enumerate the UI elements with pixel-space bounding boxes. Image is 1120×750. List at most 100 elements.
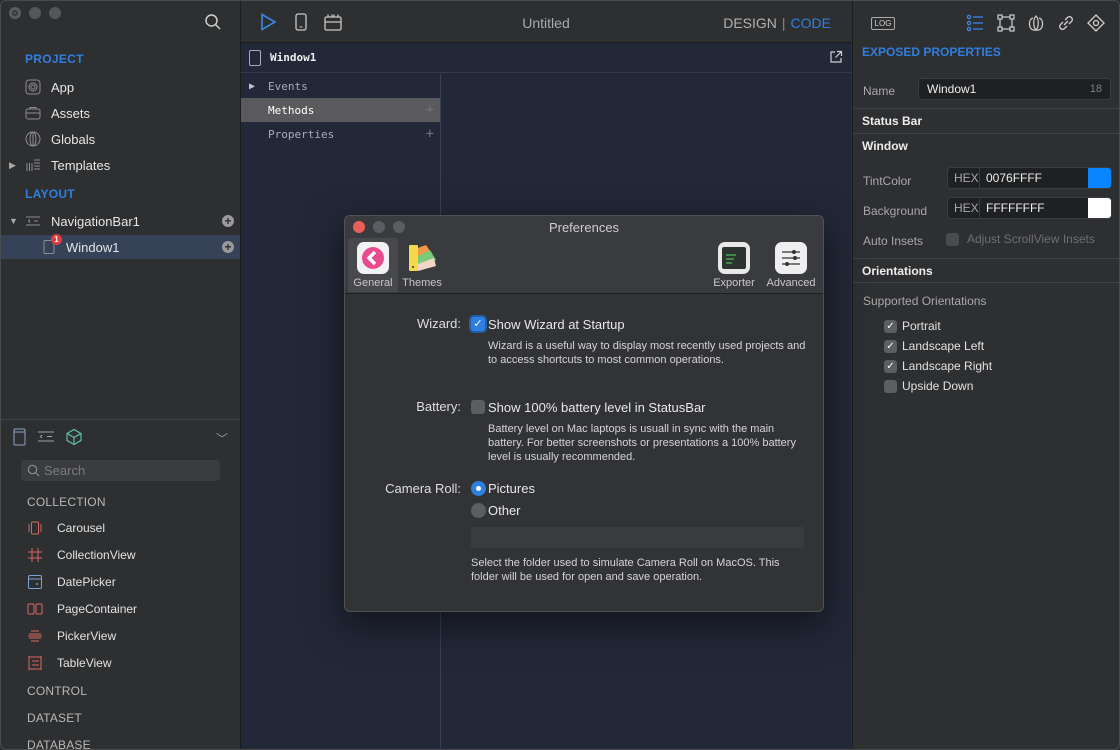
object-header: Window1	[241, 43, 851, 73]
radio-other[interactable]	[471, 503, 486, 518]
library-search-input[interactable]	[44, 463, 204, 478]
eye-diamond-icon[interactable]	[1087, 14, 1105, 32]
checkbox-checked-icon[interactable]: ✓	[884, 359, 897, 373]
code-mode-button[interactable]: CODE	[791, 15, 831, 31]
checkbox-unchecked-icon[interactable]	[884, 379, 897, 393]
category-control[interactable]: CONTROL	[27, 684, 87, 698]
properties-list-icon[interactable]	[966, 14, 984, 32]
background-color-field[interactable]: HEX FFFFFFFF	[947, 197, 1112, 219]
orientation-portrait[interactable]: ✓ Portrait	[884, 319, 941, 333]
link-icon[interactable]	[1057, 14, 1075, 32]
sidebar-item-globals[interactable]: Globals	[1, 127, 240, 151]
add-method-button[interactable]: +	[426, 102, 434, 118]
wizard-option-label[interactable]: Show Wizard at Startup	[488, 317, 625, 332]
window-icon	[249, 49, 261, 66]
library-item-pickerview[interactable]: PickerView	[27, 626, 116, 646]
mode-separator: |	[781, 15, 786, 31]
tab-exporter[interactable]: Exporter	[709, 238, 759, 292]
object-name: Window1	[270, 51, 317, 64]
library-item-carousel[interactable]: Carousel	[27, 518, 105, 538]
chevron-down-icon[interactable]: ﹀	[216, 430, 228, 447]
orientation-upside-down[interactable]: Upside Down	[884, 379, 973, 393]
code-row-properties[interactable]: Properties +	[241, 122, 440, 146]
add-property-button[interactable]: +	[426, 126, 434, 142]
camera-roll-label: Camera Roll:	[385, 481, 461, 496]
general-icon	[357, 242, 389, 274]
disclosure-triangle-open-icon[interactable]: ▼	[9, 216, 18, 226]
library-item-datepicker[interactable]: DatePicker	[27, 572, 116, 592]
category-database[interactable]: DATABASE	[27, 738, 91, 749]
tint-color-field[interactable]: HEX 0076FFFF	[947, 167, 1112, 189]
checkbox-checked-icon[interactable]: ✓	[884, 339, 897, 353]
code-row-events[interactable]: ▶ Events	[241, 74, 440, 98]
battery-checkbox[interactable]	[471, 400, 485, 414]
project-section-title: PROJECT	[25, 52, 84, 66]
library-item-label: DatePicker	[57, 575, 116, 589]
close-window-button[interactable]	[9, 7, 21, 19]
library-item-label: CollectionView	[57, 548, 136, 562]
add-child-button[interactable]: +	[222, 215, 234, 227]
disclosure-triangle-icon[interactable]: ▶	[9, 160, 16, 171]
sidebar-item-assets[interactable]: Assets	[1, 101, 240, 125]
name-field[interactable]: Window1 18	[918, 78, 1111, 100]
search-icon[interactable]	[204, 13, 222, 31]
camera-roll-description: Select the folder used to simulate Camer…	[471, 557, 780, 583]
background-color-value[interactable]: FFFFFFFF	[980, 201, 1088, 215]
auto-insets-option[interactable]: Adjust ScrollView Insets	[946, 232, 1095, 246]
library-item-collectionview[interactable]: CollectionView	[27, 545, 136, 565]
page-container-icon	[27, 603, 43, 615]
picker-view-icon	[28, 630, 42, 642]
tab-themes[interactable]: Themes	[397, 238, 447, 292]
library-search[interactable]	[21, 460, 220, 481]
section-status-bar[interactable]: Status Bar	[853, 108, 1119, 133]
wizard-checkbox[interactable]: ✓	[471, 317, 485, 331]
radio-pictures[interactable]	[471, 481, 486, 496]
radio-other-label[interactable]: Other	[488, 503, 521, 518]
search-icon	[27, 464, 40, 477]
disclosure-triangle-icon[interactable]: ▶	[249, 81, 255, 92]
minimize-window-button[interactable]	[29, 7, 41, 19]
layout-item-window1[interactable]: 1 Window1 +	[1, 234, 240, 259]
design-mode-button[interactable]: DESIGN	[723, 15, 777, 31]
sidebar-item-app[interactable]: App	[1, 75, 240, 99]
section-orientations[interactable]: Orientations	[853, 258, 1119, 283]
library-item-pagecontainer[interactable]: PageContainer	[27, 599, 137, 619]
theme-lotus-icon[interactable]	[1027, 14, 1045, 32]
cube-library-tab-icon[interactable]	[65, 428, 83, 446]
battery-option-label[interactable]: Show 100% battery level in StatusBar	[488, 400, 706, 415]
navigation-library-tab-icon[interactable]	[37, 428, 55, 446]
camera-roll-folder-field[interactable]	[471, 527, 804, 548]
name-value[interactable]: Window1	[927, 82, 976, 96]
layout-item-navigationbar1[interactable]: ▼ NavigationBar1 +	[1, 209, 240, 233]
library-item-tableview[interactable]: TableView	[27, 653, 111, 673]
orientation-landscape-left[interactable]: ✓ Landscape Left	[884, 339, 984, 353]
tab-advanced[interactable]: Advanced	[763, 238, 819, 292]
window-library-tab-icon[interactable]	[13, 428, 27, 446]
auto-insets-checkbox[interactable]	[946, 232, 959, 246]
orientation-landscape-right[interactable]: ✓ Landscape Right	[884, 359, 992, 373]
hex-label: HEX	[948, 198, 980, 218]
section-window[interactable]: Window	[853, 133, 1119, 158]
category-dataset[interactable]: DATASET	[27, 711, 82, 725]
templates-icon	[26, 159, 40, 171]
tint-color-label: TintColor	[863, 174, 912, 188]
tint-color-value[interactable]: 0076FFFF	[980, 171, 1088, 185]
checkbox-checked-icon[interactable]: ✓	[884, 319, 897, 333]
category-collection[interactable]: COLLECTION	[27, 495, 106, 509]
log-button[interactable]: LOG	[871, 17, 895, 30]
external-link-icon[interactable]	[829, 50, 843, 64]
zoom-window-button[interactable]	[49, 7, 61, 19]
radio-pictures-label[interactable]: Pictures	[488, 481, 535, 496]
background-color-swatch[interactable]	[1088, 198, 1111, 218]
tab-general[interactable]: General	[348, 238, 398, 292]
sidebar-item-templates[interactable]: ▶ Templates	[1, 153, 240, 177]
wizard-label: Wizard:	[416, 316, 461, 331]
app-window: PROJECT App Assets Globals ▶ Templates L…	[0, 0, 1120, 750]
exporter-terminal-icon	[718, 242, 750, 274]
frame-layout-icon[interactable]	[997, 14, 1015, 32]
code-row-methods[interactable]: Methods +	[241, 98, 440, 122]
table-view-icon	[28, 656, 42, 670]
globe-icon	[25, 131, 41, 147]
add-child-button[interactable]: +	[222, 241, 234, 253]
tint-color-swatch[interactable]	[1088, 168, 1111, 188]
